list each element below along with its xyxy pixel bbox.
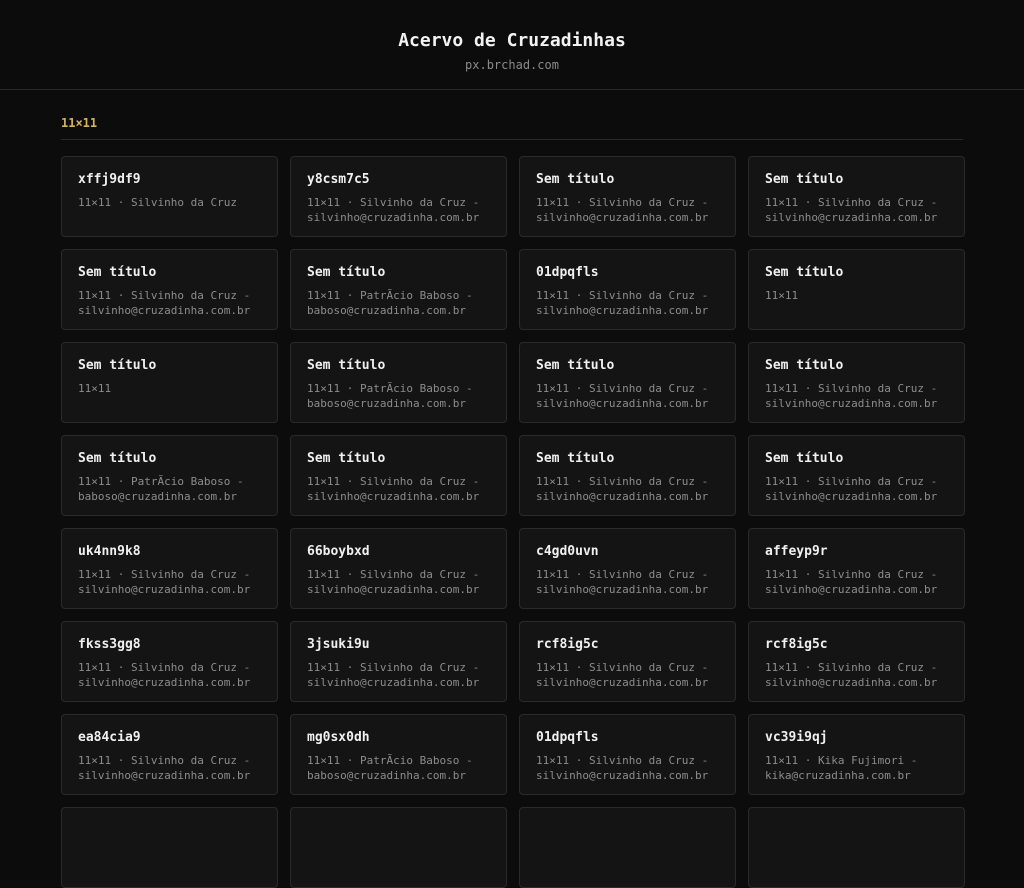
- puzzle-title: Sem título: [78, 358, 157, 373]
- puzzle-title: vc39i9qj: [765, 730, 828, 745]
- puzzle-title: affeyp9r: [765, 544, 828, 559]
- puzzle-card[interactable]: Sem título 11×11 · Silvinho da Cruz - sil…: [519, 435, 736, 516]
- puzzle-meta: 11×11 · Silvinho da Cruz - silvinho@cruz…: [536, 289, 709, 317]
- puzzle-meta: 11×11 · Silvinho da Cruz - silvinho@cruz…: [78, 754, 251, 782]
- puzzle-card[interactable]: affeyp9r 11×11 · Silvinho da Cruz - silvi…: [748, 528, 965, 609]
- puzzle-card[interactable]: rcf8ig5c 11×11 · Silvinho da Cruz - silvi…: [748, 621, 965, 702]
- puzzle-card[interactable]: Sem título 11×11: [748, 249, 965, 330]
- puzzle-card[interactable]: y8csm7c5 11×11 · Silvinho da Cruz - silvi…: [290, 156, 507, 237]
- puzzle-title: fkss3gg8: [78, 637, 141, 652]
- puzzle-card[interactable]: Sem título 11×11 · Silvinho da Cruz - sil…: [519, 156, 736, 237]
- puzzle-meta: 11×11 · PatrÃcio Baboso - baboso@cruzadi…: [307, 382, 473, 410]
- page-header: Acervo de Cruzadinhas px.brchad.com: [0, 0, 1024, 90]
- puzzle-title: 3jsuki9u: [307, 637, 370, 652]
- puzzle-title: Sem título: [765, 265, 844, 280]
- puzzle-title: 66boybxd: [307, 544, 370, 559]
- puzzle-title: mg0sx0dh: [307, 730, 370, 745]
- puzzle-title: rcf8ig5c: [536, 637, 599, 652]
- puzzle-title: ea84cia9: [78, 730, 141, 745]
- puzzle-title: Sem título: [78, 265, 157, 280]
- puzzle-title: Sem título: [765, 358, 844, 373]
- puzzle-meta: 11×11 · Silvinho da Cruz - silvinho@cruz…: [307, 568, 480, 596]
- puzzle-title: 01dpqfls: [536, 730, 599, 745]
- puzzle-meta: 11×11 · Silvinho da Cruz: [78, 196, 237, 209]
- puzzle-meta: 11×11 · Silvinho da Cruz - silvinho@cruz…: [307, 661, 480, 689]
- puzzle-meta: 11×11: [765, 289, 799, 302]
- size-section: 11×11 xffj9df9 11×11 · Silvinho da Cruz y8…: [61, 90, 965, 888]
- puzzle-meta: 11×11 · Silvinho da Cruz - silvinho@cruz…: [78, 568, 251, 596]
- puzzle-meta: 11×11 · PatrÃcio Baboso - baboso@cruzadi…: [78, 475, 244, 503]
- puzzle-card[interactable]: Sem título 11×11: [61, 342, 278, 423]
- page-title: Acervo de Cruzadinhas: [398, 30, 626, 51]
- section-label: 11×11: [61, 90, 963, 140]
- puzzle-title: uk4nn9k8: [78, 544, 141, 559]
- puzzle-title: xffj9df9: [78, 172, 141, 187]
- puzzle-card[interactable]: rcf8ig5c 11×11 · Silvinho da Cruz - silvi…: [519, 621, 736, 702]
- puzzle-meta: 11×11 · PatrÃcio Baboso - baboso@cruzadi…: [307, 754, 473, 782]
- puzzle-meta: 11×11 · Silvinho da Cruz - silvinho@cruz…: [765, 661, 938, 689]
- puzzle-meta: 11×11 · Silvinho da Cruz - silvinho@cruz…: [765, 475, 938, 503]
- puzzle-card[interactable]: vc39i9qj 11×11 · Kika Fujimori - kika@cru…: [748, 714, 965, 795]
- puzzle-card[interactable]: Sem título 11×11 · Silvinho da Cruz - sil…: [290, 435, 507, 516]
- puzzle-title: rcf8ig5c: [765, 637, 828, 652]
- puzzle-card[interactable]: 01dpqfls 11×11 · Silvinho da Cruz - silvi…: [519, 714, 736, 795]
- puzzle-card[interactable]: Sem título 11×11 · Silvinho da Cruz - sil…: [61, 249, 278, 330]
- puzzle-title: c4gd0uvn: [536, 544, 599, 559]
- puzzle-card[interactable]: Sem título 11×11 · PatrÃcio Baboso - babo…: [290, 342, 507, 423]
- puzzle-card[interactable]: uk4nn9k8 11×11 · Silvinho da Cruz - silvi…: [61, 528, 278, 609]
- puzzle-card[interactable]: 3jsuki9u 11×11 · Silvinho da Cruz - silvi…: [290, 621, 507, 702]
- puzzle-meta: 11×11: [78, 382, 112, 395]
- puzzle-title: Sem título: [78, 451, 157, 466]
- puzzle-card[interactable]: Sem título 11×11 · PatrÃcio Baboso - babo…: [61, 435, 278, 516]
- puzzle-title: Sem título: [765, 451, 844, 466]
- puzzle-meta: 11×11 · Silvinho da Cruz - silvinho@cruz…: [78, 289, 251, 317]
- site-domain: px.brchad.com: [465, 58, 559, 72]
- puzzle-meta: 11×11 · PatrÃcio Baboso - baboso@cruzadi…: [307, 289, 473, 317]
- puzzle-meta: 11×11 · Silvinho da Cruz - silvinho@cruz…: [536, 661, 709, 689]
- puzzle-title: Sem título: [307, 451, 386, 466]
- puzzle-title: Sem título: [307, 265, 386, 280]
- puzzle-card[interactable]: Sem título 11×11 · Silvinho da Cruz - sil…: [748, 156, 965, 237]
- puzzle-title: Sem título: [536, 358, 615, 373]
- puzzle-card[interactable]: Sem título 11×11 · Silvinho da Cruz - sil…: [748, 435, 965, 516]
- puzzle-card[interactable]: mg0sx0dh 11×11 · PatrÃcio Baboso - baboso…: [290, 714, 507, 795]
- puzzle-meta: 11×11 · Silvinho da Cruz - silvinho@cruz…: [307, 475, 480, 503]
- puzzle-meta: 11×11 · Silvinho da Cruz - silvinho@cruz…: [78, 661, 251, 689]
- puzzle-card[interactable]: [61, 807, 278, 888]
- puzzle-meta: 11×11 · Silvinho da Cruz - silvinho@cruz…: [765, 196, 938, 224]
- puzzle-card[interactable]: Sem título 11×11 · PatrÃcio Baboso - babo…: [290, 249, 507, 330]
- puzzle-meta: 11×11 · Silvinho da Cruz - silvinho@cruz…: [536, 196, 709, 224]
- puzzle-meta: 11×11 · Silvinho da Cruz - silvinho@cruz…: [307, 196, 480, 224]
- puzzle-card[interactable]: Sem título 11×11 · Silvinho da Cruz - sil…: [519, 342, 736, 423]
- puzzle-title: y8csm7c5: [307, 172, 370, 187]
- puzzle-card[interactable]: [519, 807, 736, 888]
- puzzle-title: 01dpqfls: [536, 265, 599, 280]
- puzzle-meta: 11×11 · Silvinho da Cruz - silvinho@cruz…: [536, 382, 709, 410]
- puzzle-title: Sem título: [765, 172, 844, 187]
- puzzle-meta: 11×11 · Silvinho da Cruz - silvinho@cruz…: [765, 568, 938, 596]
- puzzle-grid: xffj9df9 11×11 · Silvinho da Cruz y8csm7c5…: [61, 156, 965, 888]
- puzzle-card[interactable]: ea84cia9 11×11 · Silvinho da Cruz - silvi…: [61, 714, 278, 795]
- puzzle-meta: 11×11 · Silvinho da Cruz - silvinho@cruz…: [536, 475, 709, 503]
- puzzle-title: Sem título: [536, 172, 615, 187]
- puzzle-card[interactable]: fkss3gg8 11×11 · Silvinho da Cruz - silvi…: [61, 621, 278, 702]
- puzzle-meta: 11×11 · Silvinho da Cruz - silvinho@cruz…: [536, 568, 709, 596]
- puzzle-card[interactable]: c4gd0uvn 11×11 · Silvinho da Cruz - silvi…: [519, 528, 736, 609]
- puzzle-title: Sem título: [536, 451, 615, 466]
- puzzle-meta: 11×11 · Silvinho da Cruz - silvinho@cruz…: [765, 382, 938, 410]
- puzzle-card[interactable]: xffj9df9 11×11 · Silvinho da Cruz: [61, 156, 278, 237]
- puzzle-title: Sem título: [307, 358, 386, 373]
- puzzle-card[interactable]: 01dpqfls 11×11 · Silvinho da Cruz - silvi…: [519, 249, 736, 330]
- puzzle-meta: 11×11 · Kika Fujimori - kika@cruzadinha.…: [765, 754, 918, 782]
- puzzle-card[interactable]: 66boybxd 11×11 · Silvinho da Cruz - silvi…: [290, 528, 507, 609]
- puzzle-card[interactable]: Sem título 11×11 · Silvinho da Cruz - sil…: [748, 342, 965, 423]
- puzzle-card[interactable]: [748, 807, 965, 888]
- puzzle-meta: 11×11 · Silvinho da Cruz - silvinho@cruz…: [536, 754, 709, 782]
- puzzle-card[interactable]: [290, 807, 507, 888]
